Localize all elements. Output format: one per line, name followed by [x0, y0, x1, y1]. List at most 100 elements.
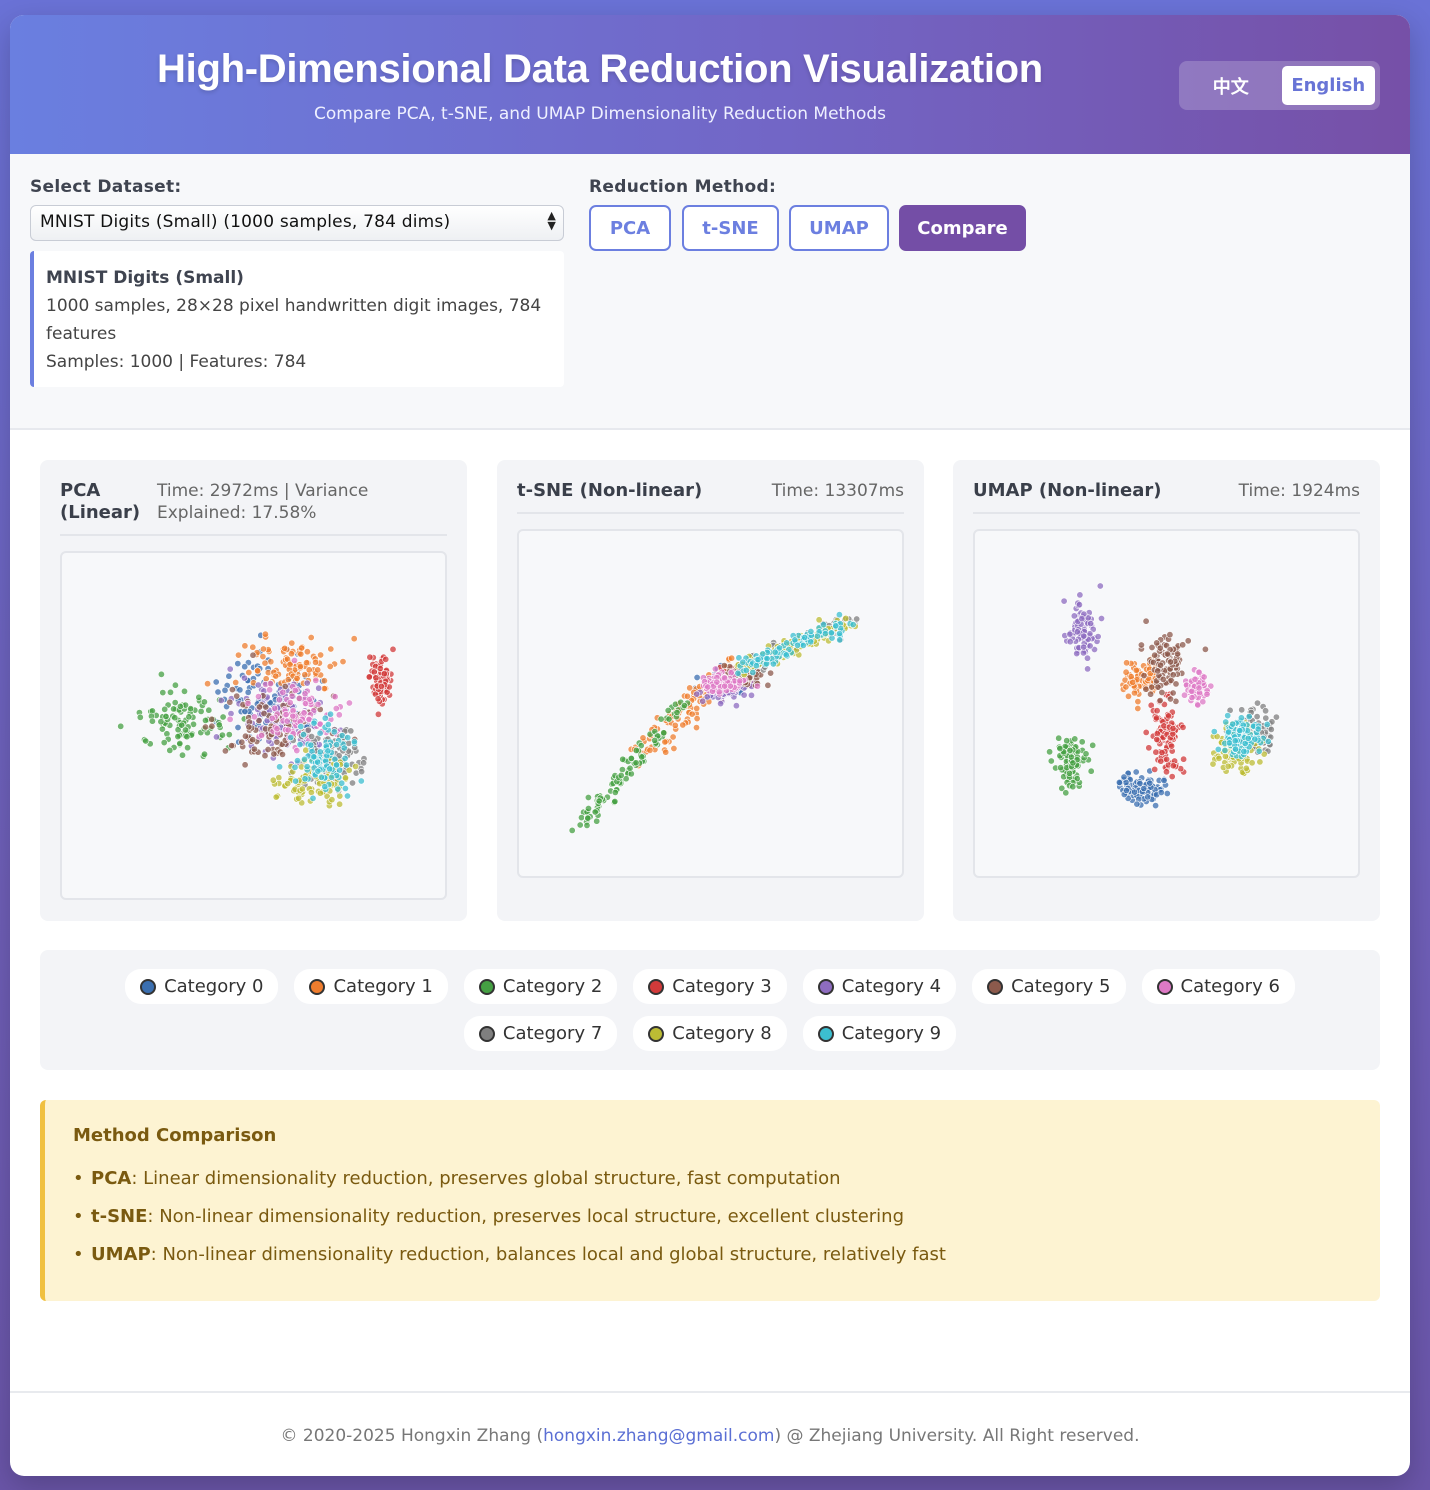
- scatter-point-category-4: [226, 665, 234, 673]
- legend-label: Category 6: [1180, 976, 1280, 997]
- lang-zh-button[interactable]: 中文: [1184, 66, 1278, 105]
- scatter-point-category-0: [1144, 793, 1152, 801]
- scatter-point-category-6: [715, 688, 723, 696]
- scatter-point-category-2: [202, 716, 210, 724]
- scatter-point-category-8: [316, 789, 324, 797]
- app-window: High-Dimensional Data Reduction Visualiz…: [10, 15, 1410, 1476]
- method-compare-button[interactable]: Compare: [899, 205, 1026, 251]
- scatter-point-category-1: [232, 679, 240, 687]
- comparison-item-umap: UMAP: Non-linear dimensionality reductio…: [73, 1236, 1352, 1274]
- umap-plot[interactable]: [973, 529, 1360, 878]
- scatter-point-category-6: [282, 711, 290, 719]
- scatter-point-category-2: [160, 739, 168, 747]
- scatter-point-category-2: [584, 814, 592, 822]
- scatter-point-category-2: [157, 670, 165, 678]
- method-pca-button[interactable]: PCA: [589, 205, 671, 251]
- scatter-point-category-2: [148, 717, 156, 725]
- legend-item-category-6: Category 6: [1141, 969, 1295, 1004]
- scatter-point-category-3: [1169, 724, 1177, 732]
- scatter-point-category-2: [142, 737, 150, 745]
- scatter-point-category-2: [1078, 738, 1086, 746]
- scatter-point-category-6: [295, 694, 303, 702]
- scatter-point-category-8: [295, 794, 303, 802]
- scatter-point-category-2: [161, 705, 169, 713]
- scatter-point-category-9: [769, 660, 777, 668]
- legend-item-category-3: Category 3: [633, 969, 787, 1004]
- scatter-point-category-5: [1201, 645, 1209, 653]
- scatter-point-category-2: [181, 687, 189, 695]
- scatter-point-category-9: [1225, 728, 1233, 736]
- scatter-point-category-8: [298, 785, 306, 793]
- scatter-point-category-5: [767, 669, 775, 677]
- lang-en-button[interactable]: English: [1281, 66, 1375, 105]
- scatter-point-category-2: [1063, 737, 1071, 745]
- scatter-point-category-3: [1151, 765, 1159, 773]
- scatter-point-category-9: [317, 773, 325, 781]
- scatter-point-category-6: [266, 686, 274, 694]
- scatter-point-category-1: [204, 680, 212, 688]
- scatter-point-category-7: [1253, 713, 1261, 721]
- scatter-point-category-7: [358, 768, 366, 776]
- method-umap-button[interactable]: UMAP: [789, 205, 889, 251]
- scatter-point-category-2: [1089, 741, 1097, 749]
- umap-panel-header: UMAP (Non-linear) Time: 1924ms: [973, 480, 1360, 514]
- scatter-point-category-6: [284, 726, 292, 734]
- scatter-point-category-6: [345, 699, 353, 707]
- scatter-point-category-6: [291, 657, 299, 665]
- scatter-point-category-8: [328, 796, 336, 804]
- scatter-point-category-5: [249, 736, 257, 744]
- pca-panel-header: PCA (Linear) Time: 2972ms | Variance Exp…: [60, 480, 447, 536]
- scatter-point-category-8: [272, 793, 280, 801]
- scatter-point-category-8: [1215, 754, 1223, 762]
- scatter-point-category-2: [171, 714, 179, 722]
- scatter-point-category-4: [1073, 650, 1081, 658]
- scatter-point-category-5: [1137, 641, 1145, 649]
- scatter-point-category-0: [1120, 773, 1128, 781]
- legend-swatch: [648, 1025, 665, 1042]
- select-arrows-icon: ▲ ▼: [547, 209, 556, 232]
- scatter-point-category-2: [117, 722, 125, 730]
- scatter-point-category-2: [1082, 750, 1090, 758]
- scatter-point-category-0: [693, 674, 701, 682]
- scatter-point-category-5: [1184, 637, 1192, 645]
- scatter-point-category-5: [202, 723, 210, 731]
- scatter-point-category-1: [671, 721, 679, 729]
- scatter-point-category-9: [820, 621, 828, 629]
- pca-plot[interactable]: [60, 551, 447, 900]
- scatter-point-category-2: [638, 753, 646, 761]
- scatter-point-category-5: [233, 692, 241, 700]
- scatter-point-category-0: [1157, 788, 1165, 796]
- pca-panel: PCA (Linear) Time: 2972ms | Variance Exp…: [40, 460, 467, 921]
- method-tsne-button[interactable]: t-SNE: [682, 205, 779, 251]
- scatter-point-category-3: [370, 668, 378, 676]
- scatter-point-category-7: [347, 727, 355, 735]
- scatter-point-category-4: [732, 702, 740, 710]
- scatter-point-category-1: [693, 704, 701, 712]
- scatter-point-category-5: [1154, 683, 1162, 691]
- scatter-point-category-2: [183, 733, 191, 741]
- dataset-select[interactable]: MNIST Digits (Small) (1000 samples, 784 …: [30, 205, 564, 241]
- scatter-point-category-9: [310, 719, 318, 727]
- tsne-plot[interactable]: [517, 529, 904, 878]
- scatter-point-category-3: [1153, 736, 1161, 744]
- scatter-point-category-5: [238, 738, 246, 746]
- scatter-point-category-2: [1047, 757, 1055, 765]
- scatter-point-category-5: [1151, 651, 1159, 659]
- legend-item-category-9: Category 9: [802, 1016, 957, 1051]
- scatter-point-category-6: [302, 700, 310, 708]
- scatter-point-category-9: [849, 621, 857, 629]
- scatter-point-category-6: [312, 676, 320, 684]
- legend-label: Category 9: [841, 1023, 942, 1044]
- scatter-point-category-5: [1172, 680, 1180, 688]
- scatter-point-category-6: [275, 696, 283, 704]
- scatter-point-category-9: [287, 734, 295, 742]
- scatter-point-category-5: [1140, 672, 1148, 680]
- language-switch: 中文 English: [1179, 61, 1380, 110]
- scatter-point-category-1: [307, 634, 315, 642]
- scatter-point-category-2: [618, 766, 626, 774]
- scatter-point-category-1: [646, 746, 654, 754]
- footer-email-link[interactable]: hongxin.zhang@gmail.com: [543, 1426, 774, 1446]
- scatter-point-category-6: [335, 711, 343, 719]
- scatter-point-category-2: [1066, 746, 1074, 754]
- scatter-point-category-3: [1168, 773, 1176, 781]
